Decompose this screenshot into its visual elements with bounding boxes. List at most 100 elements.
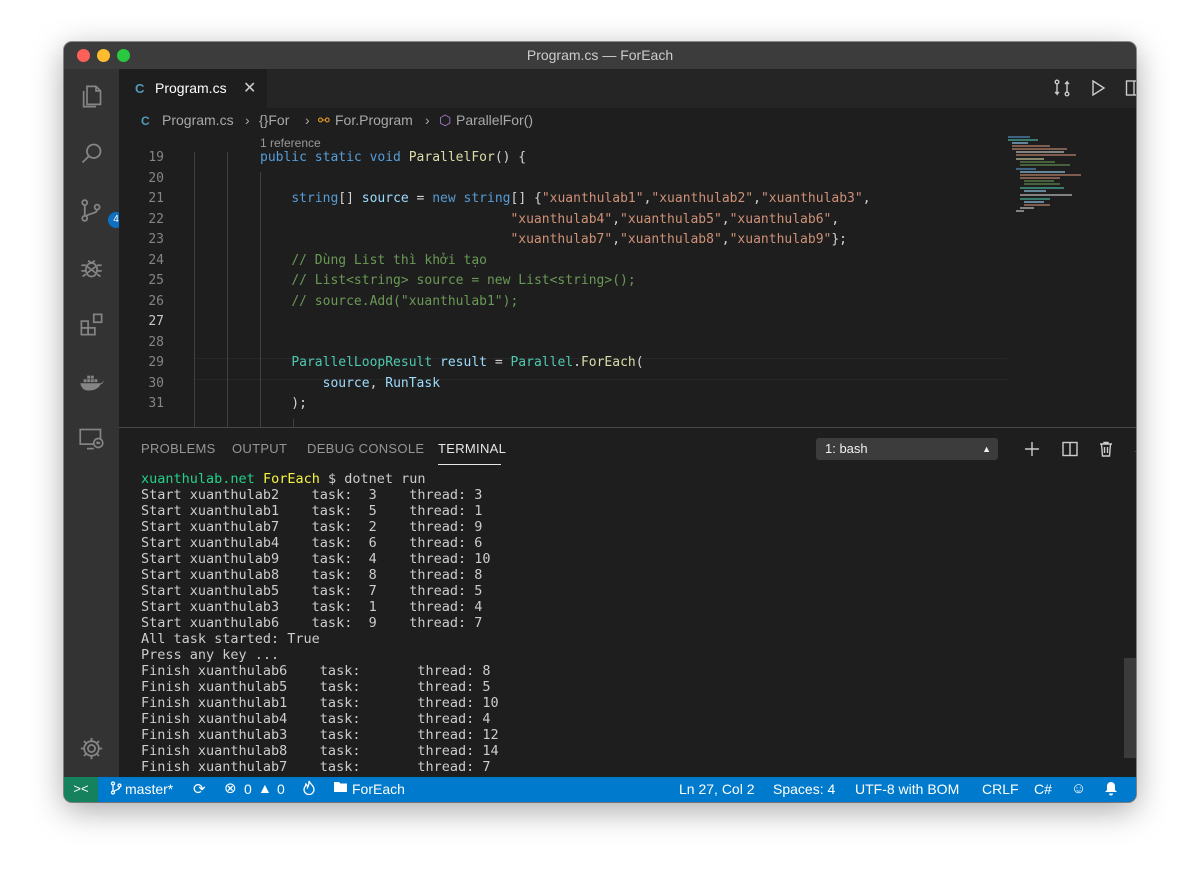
trash-icon[interactable]: [1097, 440, 1115, 458]
cursor-position[interactable]: Ln 27, Col 2: [679, 781, 755, 797]
code-line[interactable]: 23 "xuanthulab7","xuanthulab8","xuanthul…: [119, 230, 1136, 250]
line-number: 26: [148, 293, 164, 309]
csharp-file-icon: C: [141, 114, 150, 128]
flame-icon[interactable]: [303, 780, 315, 798]
code-text: // List<string> source = new List<string…: [260, 271, 635, 291]
code-token: ,: [753, 191, 761, 206]
tab-program-cs[interactable]: C Program.cs ✕: [119, 69, 267, 108]
settings-gear-icon[interactable]: [78, 735, 105, 762]
code-token: // source.Add("xuanthulab1");: [291, 293, 519, 309]
terminal-output-line: Finish xuanthulab8 task: thread: 14: [141, 743, 499, 759]
notifications-bell-icon[interactable]: [1104, 781, 1118, 799]
editor-tab-bar: C Program.cs ✕ ···: [119, 69, 1136, 108]
code-line[interactable]: 25 // List<string> source = new List<str…: [119, 271, 1136, 291]
code-line[interactable]: 21 string[] source = new string[] {"xuan…: [119, 189, 1136, 209]
code-line[interactable]: 28: [119, 333, 1136, 353]
code-line[interactable]: 31 );: [119, 394, 1136, 414]
terminal-output-line: Press any key ...: [141, 647, 280, 663]
breadcrumb-class[interactable]: For.Program: [335, 112, 413, 128]
feedback-smiley-icon[interactable]: ☺: [1071, 780, 1086, 797]
line-number: 31: [148, 396, 164, 411]
code-line[interactable]: 27: [119, 312, 1136, 332]
code-line[interactable]: 30 source, RunTask: [119, 374, 1136, 394]
sync-icon[interactable]: ⟳: [193, 780, 206, 798]
vscode-window: Program.cs — ForEach 4 C Program.cs ✕ C …: [64, 42, 1136, 802]
language-mode[interactable]: C#: [1034, 781, 1052, 797]
terminal-scrollbar[interactable]: [1124, 658, 1136, 758]
tab-terminal[interactable]: TERMINAL: [438, 441, 506, 456]
minimap[interactable]: [1006, 134, 1082, 234]
code-line[interactable]: 22 "xuanthulab4","xuanthulab5","xuanthul…: [119, 210, 1136, 230]
code-token: };: [831, 232, 848, 247]
remote-indicator[interactable]: ><: [64, 777, 98, 802]
code-line[interactable]: 26 // source.Add("xuanthulab1");: [119, 292, 1136, 312]
terminal-output-line: All task started: True: [141, 631, 320, 647]
workspace-folder[interactable]: ForEach: [352, 781, 405, 797]
source-control-icon[interactable]: 4: [78, 197, 124, 228]
code-line[interactable]: 29 ParallelLoopResult result = Parallel.…: [119, 353, 1136, 373]
chevron-right-icon: ›: [305, 112, 310, 128]
close-tab-icon[interactable]: ✕: [243, 78, 256, 98]
tab-output[interactable]: OUTPUT: [232, 441, 287, 456]
code-token: =: [408, 191, 433, 206]
tab-problems[interactable]: PROBLEMS: [141, 441, 216, 456]
breadcrumb-file[interactable]: Program.cs: [162, 112, 234, 128]
code-line[interactable]: 24 // Dùng List thì khởi tạo: [119, 251, 1136, 271]
terminal-output-line: Start xuanthulab7 task: 2 thread: 9: [141, 519, 483, 535]
error-count[interactable]: 0: [244, 781, 252, 797]
class-icon: ⚯: [318, 112, 330, 128]
line-ending[interactable]: CRLF: [982, 781, 1019, 797]
prompt-command: $ dotnet run: [319, 471, 426, 487]
chevron-right-icon: ›: [425, 112, 430, 128]
extensions-icon[interactable]: [78, 311, 105, 338]
new-terminal-icon[interactable]: [1023, 440, 1041, 458]
terminal-output-line: Start xuanthulab5 task: 7 thread: 5: [141, 583, 483, 599]
code-token: ,: [862, 191, 871, 206]
code-token: RunTask: [385, 375, 441, 391]
run-icon[interactable]: [1088, 78, 1108, 98]
breadcrumb-namespace[interactable]: {}For: [259, 112, 289, 128]
line-number: 24: [148, 252, 164, 268]
terminal-select[interactable]: 1: bash ▲: [816, 438, 998, 460]
breadcrumb: C Program.cs › {}For › ⚯ For.Program › ⬡…: [119, 108, 1136, 134]
warning-count[interactable]: 0: [277, 781, 285, 797]
code-line[interactable]: 20: [119, 169, 1136, 189]
code-token: ParallelFor: [408, 150, 495, 165]
docker-icon[interactable]: [78, 368, 105, 395]
terminal-output-line: Start xuanthulab2 task: 3 thread: 3: [141, 487, 483, 503]
git-branch[interactable]: master*: [125, 781, 173, 797]
code-line[interactable]: 19 public static void ParallelFor() {: [119, 148, 1136, 168]
search-icon[interactable]: [78, 140, 105, 167]
code-token: ,: [721, 211, 730, 227]
open-changes-icon[interactable]: [1052, 78, 1072, 98]
terminal-output-line: Finish xuanthulab5 task: thread: 5: [141, 679, 491, 695]
debug-icon[interactable]: [78, 254, 105, 281]
active-tab-indicator: [438, 464, 501, 465]
code-token: "xuanthulab4": [510, 211, 613, 227]
code-token: string: [291, 191, 339, 206]
maximize-panel-icon[interactable]: [1133, 440, 1136, 458]
split-editor-icon[interactable]: [1124, 78, 1136, 98]
error-icon: ⊗: [224, 780, 237, 797]
split-terminal-icon[interactable]: [1061, 440, 1079, 458]
terminal[interactable]: xuanthulab.net ForEach $ dotnet run Star…: [141, 471, 1121, 776]
code-token: ,: [612, 232, 621, 247]
explorer-icon[interactable]: [78, 83, 105, 110]
code-token: new: [432, 191, 464, 206]
tab-debug-console[interactable]: DEBUG CONSOLE: [307, 441, 424, 456]
tab-label: Program.cs: [155, 80, 227, 96]
remote-explorer-icon[interactable]: [78, 425, 105, 452]
git-branch-icon: [110, 781, 122, 798]
terminal-output-line: Finish xuanthulab4 task: thread: 4: [141, 711, 491, 727]
code-token: "xuanthulab8": [620, 232, 722, 247]
code-token: "xuanthulab9": [729, 232, 832, 247]
indentation[interactable]: Spaces: 4: [773, 781, 835, 797]
breadcrumb-method[interactable]: ParallelFor(): [456, 112, 533, 128]
terminal-output-line: Start xuanthulab4 task: 6 thread: 6: [141, 535, 483, 551]
chevron-right-icon: ›: [245, 112, 250, 128]
code-editor[interactable]: 1 reference 19 public static void Paralle…: [119, 134, 1136, 427]
activity-bar: 4: [64, 69, 124, 777]
file-encoding[interactable]: UTF-8 with BOM: [855, 781, 959, 797]
